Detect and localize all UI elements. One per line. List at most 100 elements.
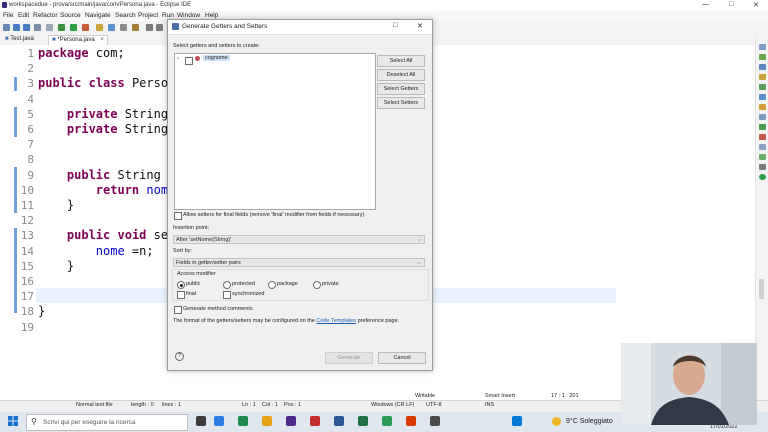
line-number: 8: [27, 153, 34, 167]
close-icon[interactable]: ✕: [417, 22, 423, 30]
tab-test-java[interactable]: ■ Test.java: [2, 35, 37, 44]
status-file-type: Normal text file: [76, 402, 113, 408]
generate-comments-checkbox[interactable]: [174, 306, 182, 314]
history-icon[interactable]: [759, 164, 766, 170]
run-icon[interactable]: [70, 24, 77, 31]
menu-window[interactable]: Window: [177, 12, 200, 19]
new-icon[interactable]: [3, 24, 10, 31]
scrollbar-thumb[interactable]: [759, 279, 764, 299]
perspective-icon[interactable]: [759, 44, 766, 50]
minimize-icon[interactable]: —: [702, 1, 709, 8]
java-file-icon: ■: [52, 37, 56, 43]
maximize-icon[interactable]: □: [393, 22, 397, 29]
windows-start-icon[interactable]: [8, 416, 18, 426]
outline-icon[interactable]: [759, 64, 766, 70]
menu-source[interactable]: Source: [60, 12, 81, 19]
cancel-button[interactable]: Cancel: [378, 352, 426, 364]
print-icon[interactable]: [34, 24, 41, 31]
forward-icon[interactable]: [156, 24, 163, 31]
allow-setters-final-checkbox[interactable]: [174, 212, 182, 220]
search-view-icon[interactable]: [759, 144, 766, 150]
menu-navigate[interactable]: Navigate: [85, 12, 111, 19]
menu-search[interactable]: Search: [115, 12, 136, 19]
line-number: 12: [20, 214, 34, 228]
app-icon[interactable]: [310, 416, 320, 426]
code-line: public void se: [66, 228, 169, 243]
debug-icon[interactable]: [58, 24, 65, 31]
console-icon[interactable]: [759, 94, 766, 100]
eclipse-taskbar-icon[interactable]: [286, 416, 296, 426]
task-icon[interactable]: [759, 84, 766, 90]
app-icon[interactable]: [406, 416, 416, 426]
package-radio[interactable]: [268, 281, 276, 289]
task-view-icon[interactable]: [196, 416, 206, 426]
back-icon[interactable]: [146, 24, 153, 31]
search-placeholder: Scrivi qui per eseguire la ricerca: [43, 419, 136, 426]
search-icon[interactable]: [132, 24, 139, 31]
app-icon[interactable]: [238, 416, 248, 426]
fields-tree[interactable]: › cognome: [174, 53, 376, 210]
app-icon[interactable]: [430, 416, 440, 426]
java-perspective-icon[interactable]: [759, 54, 766, 60]
public-radio[interactable]: [177, 281, 185, 289]
private-radio[interactable]: [313, 281, 321, 289]
save-icon[interactable]: [13, 24, 20, 31]
select-all-button[interactable]: Select All: [377, 55, 425, 67]
select-getters-button[interactable]: Select Getters: [377, 83, 425, 95]
code-line: }: [38, 198, 75, 212]
insertion-point-select[interactable]: After 'setNome(String)' ⌵: [173, 235, 425, 244]
explorer-icon[interactable]: [262, 416, 272, 426]
status-insert-mode: Smart Insert: [485, 393, 515, 399]
line-number: 17: [20, 290, 34, 304]
info-text-end: preference page.: [357, 318, 400, 324]
deselect-all-button[interactable]: Deselect All: [377, 69, 425, 81]
close-icon[interactable]: ✕: [753, 1, 759, 9]
menu-project[interactable]: Project: [138, 12, 158, 19]
tab-persona-java[interactable]: ■ *Persona.java ×: [48, 35, 108, 45]
terminal-icon[interactable]: [46, 24, 53, 31]
select-setters-button[interactable]: Select Setters: [377, 97, 425, 109]
excel-icon[interactable]: [358, 416, 368, 426]
status-writable: Writable: [415, 393, 436, 399]
menu-edit[interactable]: Edit: [18, 12, 29, 19]
debug-view-icon[interactable]: [759, 134, 766, 140]
protected-radio[interactable]: [223, 281, 231, 289]
code-templates-link[interactable]: Code Templates: [316, 318, 356, 324]
package-explorer-icon[interactable]: [759, 74, 766, 80]
expand-icon[interactable]: ›: [177, 56, 179, 62]
taskbar-search-box[interactable]: ⚲ Scrivi qui per eseguire la ricerca: [26, 414, 188, 431]
save-all-icon[interactable]: [23, 24, 30, 31]
private-label: private: [322, 281, 339, 287]
problems-icon[interactable]: [759, 104, 766, 110]
maximize-icon[interactable]: □: [729, 1, 733, 8]
final-checkbox[interactable]: [177, 291, 185, 299]
menu-help[interactable]: Help: [205, 12, 218, 19]
run-view-icon[interactable]: [759, 174, 766, 180]
status-col: Col : 1: [262, 402, 278, 408]
synchronized-checkbox[interactable]: [223, 291, 231, 299]
app-icon[interactable]: [382, 416, 392, 426]
tab-close-icon[interactable]: ×: [100, 37, 104, 43]
new-class-icon[interactable]: [108, 24, 115, 31]
edge-icon[interactable]: [214, 416, 224, 426]
new-package-icon[interactable]: [96, 24, 103, 31]
declaration-icon[interactable]: [759, 124, 766, 130]
generate-button[interactable]: Generate: [325, 352, 373, 364]
sun-icon: [552, 417, 561, 426]
coverage-icon[interactable]: [82, 24, 89, 31]
tree-item-cognome[interactable]: cognome: [203, 55, 230, 61]
menu-file[interactable]: File: [3, 12, 13, 19]
code-line: private String: [66, 106, 169, 121]
help-icon[interactable]: ?: [175, 352, 184, 361]
menu-run[interactable]: Run: [162, 12, 174, 19]
field-checkbox[interactable]: [185, 57, 193, 65]
sort-by-select[interactable]: Fields in getter/setter pairs ⌵: [173, 258, 425, 267]
menu-refactor[interactable]: Refactor: [33, 12, 58, 19]
synchronized-label: synchronized: [232, 291, 265, 297]
progress-icon[interactable]: [759, 154, 766, 160]
app-icon[interactable]: [512, 416, 522, 426]
word-icon[interactable]: [334, 416, 344, 426]
open-type-icon[interactable]: [120, 24, 127, 31]
weather-text[interactable]: 9°C Soleggiato: [566, 418, 613, 425]
javadoc-icon[interactable]: [759, 114, 766, 120]
